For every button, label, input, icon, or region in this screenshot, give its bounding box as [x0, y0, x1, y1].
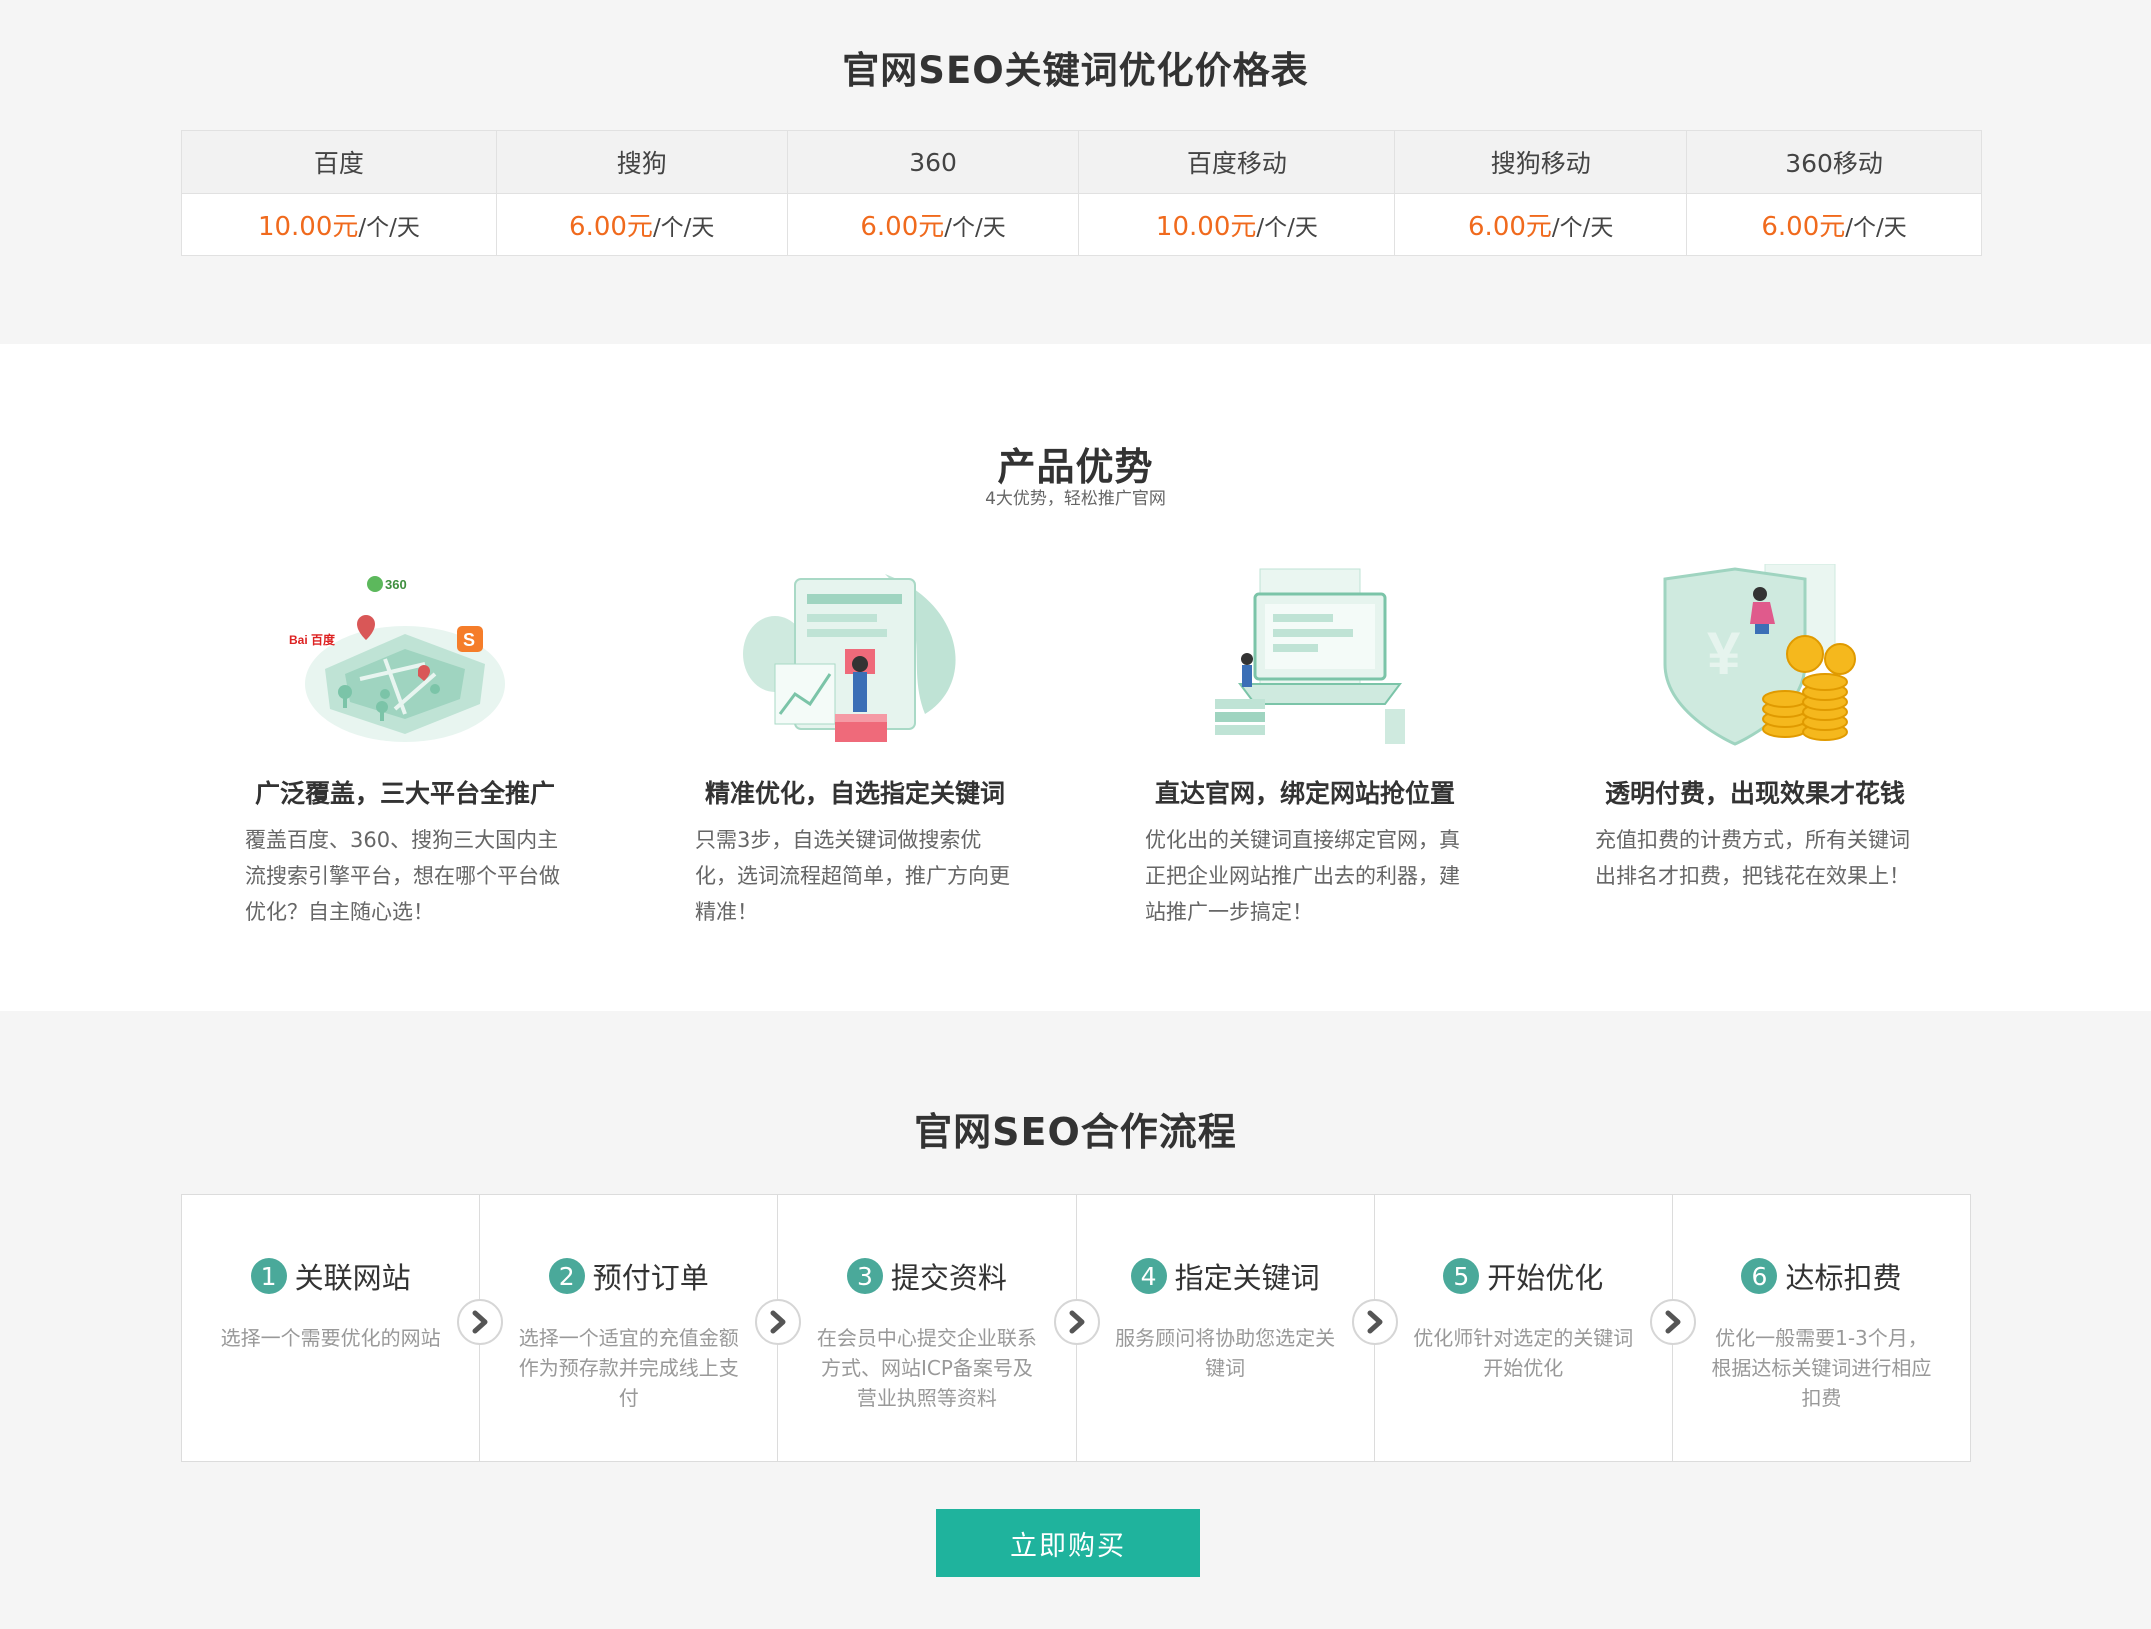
step-number: 5 — [1443, 1258, 1480, 1294]
price-cell: 10.00元/个/天 — [181, 193, 497, 256]
advantage-heading: 透明付费，出现效果才花钱 — [1604, 779, 1905, 808]
step-desc: 在会员中心提交企业联系方式、网站ICP备案号及营业执照等资料 — [816, 1326, 1037, 1410]
price-header-row: 百度 搜狗 360 百度移动 搜狗移动 360移动 — [181, 130, 1982, 194]
chevron-right-icon — [1351, 1299, 1398, 1345]
price-unit: /个/天 — [652, 215, 715, 241]
step-desc: 优化一般需要1-3个月，根据达标关键词进行相应扣费 — [1711, 1326, 1932, 1410]
price-unit: /个/天 — [1256, 215, 1318, 241]
flow-step: 1 关联网站 选择一个需要优化的网站 — [182, 1195, 504, 1461]
logo-sogou-text: S — [463, 630, 475, 650]
advantages-section: 产品优势 4大优势，轻松推广官网 360 Bai 百度 S 广泛覆盖，三大平台全… — [0, 344, 2151, 1011]
step-head: 4 指定关键词 — [1077, 1255, 1374, 1297]
price-cell: 6.00元/个/天 — [786, 193, 1080, 256]
price-amount: 10.00元 — [1155, 212, 1257, 242]
coins-shield-illustration: ¥ — [1663, 564, 1856, 746]
step-number: 2 — [548, 1258, 585, 1294]
advantage-desc: 只需3步，自选关键词做搜索优化，选词流程超简单，推广方向更精准！ — [695, 828, 1010, 924]
col-baidu-mobile: 百度移动 — [1078, 130, 1396, 194]
advantage-heading: 广泛覆盖，三大平台全推广 — [254, 779, 555, 808]
price-title: 官网SEO关键词优化价格表 — [842, 49, 1309, 92]
price-amount: 6.00元 — [569, 212, 653, 242]
flow-step: 3 提交资料 在会员中心提交企业联系方式、网站ICP备案号及营业执照等资料 — [778, 1195, 1100, 1461]
step-desc: 优化师针对选定的关键词开始优化 — [1413, 1326, 1634, 1380]
step-desc: 选择一个需要优化的网站 — [220, 1326, 441, 1350]
logo-baidu-text: Bai 百度 — [289, 632, 336, 647]
price-table: 百度 搜狗 360 百度移动 搜狗移动 360移动 10.00元/个/天 6.0… — [181, 130, 1982, 256]
price-section: 官网SEO关键词优化价格表 百度 搜狗 360 百度移动 搜狗移动 360移动 … — [0, 0, 2151, 344]
logo-360-text: 360 — [385, 577, 407, 592]
price-amount: 10.00元 — [257, 212, 359, 242]
step-head: 2 预付订单 — [480, 1255, 777, 1297]
advantage-heading: 精准优化，自选指定关键词 — [704, 779, 1005, 808]
price-unit: /个/天 — [1845, 215, 1907, 241]
col-360-mobile: 360移动 — [1686, 130, 1982, 194]
advantage-desc: 优化出的关键词直接绑定官网，真正把企业网站推广出去的利器，建站推广一步搞定！ — [1145, 828, 1460, 924]
price-unit: /个/天 — [358, 215, 420, 241]
yen-symbol: ¥ — [1707, 620, 1741, 687]
col-360: 360 — [786, 130, 1080, 194]
advantage-heading: 直达官网，绑定网站抢位置 — [1154, 779, 1455, 808]
col-sogou-mobile: 搜狗移动 — [1394, 130, 1688, 194]
step-number: 1 — [250, 1258, 287, 1294]
flow-title: 官网SEO合作流程 — [914, 1110, 1237, 1154]
price-cell: 6.00元/个/天 — [1394, 193, 1688, 256]
chevron-right-icon — [1649, 1299, 1696, 1345]
chevron-right-icon — [457, 1299, 504, 1345]
price-unit: /个/天 — [1551, 215, 1614, 241]
flow-step: 2 预付订单 选择一个适宜的充值金额作为预存款并完成线上支付 — [480, 1195, 802, 1461]
step-head: 6 达标扣费 — [1673, 1255, 1970, 1297]
advantages-title: 产品优势 — [997, 445, 1154, 489]
price-amount: 6.00元 — [860, 212, 945, 242]
step-number: 4 — [1130, 1258, 1167, 1294]
price-unit: /个/天 — [944, 215, 1006, 241]
flow-steps: 1 关联网站 选择一个需要优化的网站 2 预付订单 选择一个适宜的充值金额作为预… — [181, 1194, 1971, 1462]
chevron-right-icon — [1053, 1299, 1100, 1345]
flow-step: 5 开始优化 优化师针对选定的关键词开始优化 — [1375, 1195, 1696, 1461]
flow-section: 官网SEO合作流程 1 关联网站 选择一个需要优化的网站 2 预付订单 选择一个… — [0, 1011, 2151, 1629]
step-label: 预付订单 — [592, 1261, 709, 1295]
step-desc: 选择一个适宜的充值金额作为预存款并完成线上支付 — [518, 1326, 739, 1410]
precise-keyword-illustration — [743, 574, 956, 742]
price-amount: 6.00元 — [1761, 212, 1846, 242]
step-desc: 服务顾问将协助您选定关键词 — [1115, 1326, 1336, 1380]
laptop-website-illustration — [1215, 568, 1405, 744]
flow-step: 6 达标扣费 优化一般需要1-3个月，根据达标关键词进行相应扣费 — [1673, 1195, 1970, 1461]
step-head: 1 关联网站 — [182, 1255, 479, 1297]
step-label: 关联网站 — [294, 1261, 411, 1295]
flow-step: 4 指定关键词 服务顾问将协助您选定关键词 — [1077, 1195, 1398, 1461]
advantage-desc: 覆盖百度、360、搜狗三大国内主流搜索引擎平台，想在哪个平台做优化？自主随心选！ — [245, 828, 560, 924]
step-label: 指定关键词 — [1174, 1261, 1320, 1295]
price-cell: 6.00元/个/天 — [1686, 193, 1982, 256]
col-baidu: 百度 — [181, 130, 497, 194]
price-cell: 6.00元/个/天 — [495, 193, 788, 256]
step-head: 5 开始优化 — [1375, 1255, 1672, 1297]
price-cell: 10.00元/个/天 — [1078, 193, 1396, 256]
buy-now-button[interactable]: 立即购买 — [936, 1509, 1200, 1577]
map-platforms-illustration: 360 Bai 百度 S — [289, 576, 505, 742]
advantage-desc: 充值扣费的计费方式，所有关键词出排名才扣费，把钱花在效果上！ — [1595, 828, 1910, 888]
price-amount: 6.00元 — [1468, 212, 1552, 242]
price-row: 10.00元/个/天 6.00元/个/天 6.00元/个/天 10.00元/个/… — [181, 193, 1982, 256]
col-sogou: 搜狗 — [495, 130, 788, 194]
step-label: 开始优化 — [1487, 1261, 1604, 1295]
advantages-subtitle: 4大优势，轻松推广官网 — [985, 489, 1166, 509]
step-number: 6 — [1741, 1258, 1778, 1294]
step-number: 3 — [846, 1258, 883, 1294]
step-label: 达标扣费 — [1785, 1261, 1902, 1295]
step-label: 提交资料 — [890, 1261, 1007, 1295]
step-head: 3 提交资料 — [778, 1255, 1075, 1297]
